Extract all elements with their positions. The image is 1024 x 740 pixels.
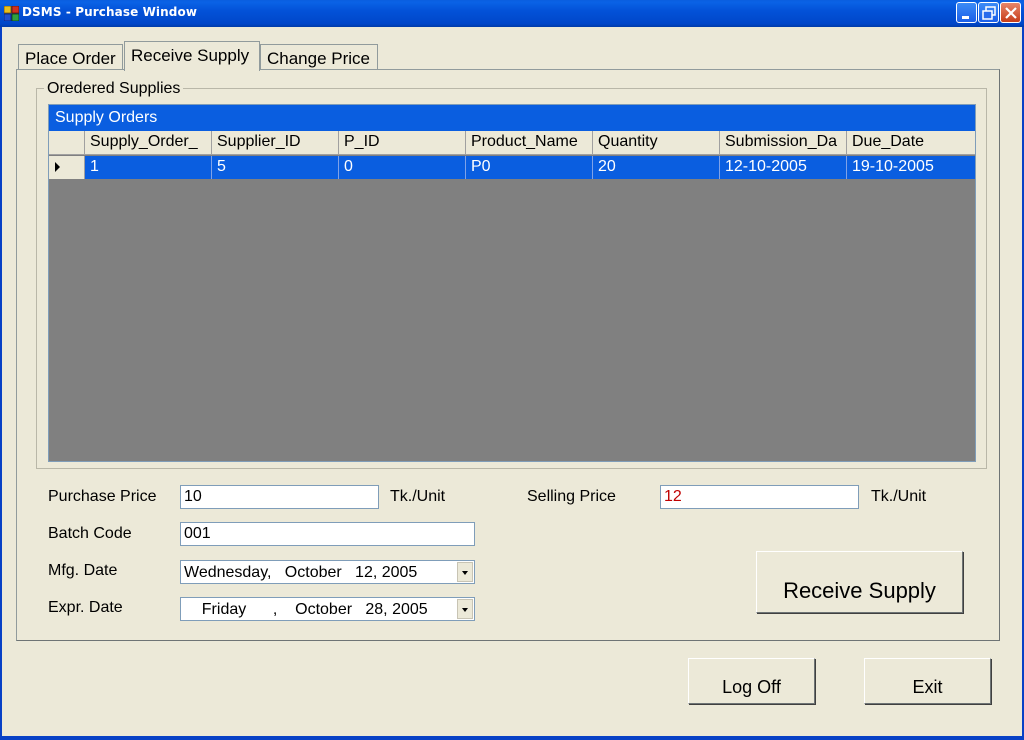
cell-due-date[interactable]: 19-10-2005	[847, 156, 975, 179]
mfg-date-value: Wednesday, October 12, 2005	[184, 564, 418, 581]
cell-quantity[interactable]: 20	[593, 156, 720, 179]
expr-date-picker[interactable]: Friday , October 28, 2005	[180, 597, 475, 621]
row-header-corner	[49, 131, 85, 155]
mfg-date-dropdown-icon[interactable]	[457, 562, 473, 582]
supply-orders-grid[interactable]: Supply Orders Supply_Order_ Supplier_ID …	[48, 104, 976, 462]
mfg-date-label: Mfg. Date	[48, 562, 118, 579]
purchase-price-unit: Tk./Unit	[390, 488, 446, 505]
restore-button[interactable]	[978, 2, 999, 23]
app-icon	[4, 6, 19, 21]
receive-supply-button[interactable]: Receive Supply	[756, 551, 963, 613]
restore-icon	[982, 6, 996, 20]
minimize-button[interactable]	[956, 2, 977, 23]
batch-code-input[interactable]	[180, 522, 475, 546]
purchase-price-input[interactable]	[180, 485, 379, 509]
selling-price-input[interactable]	[660, 485, 859, 509]
tab-receive-supply[interactable]: Receive Supply	[124, 41, 260, 71]
purchase-price-label: Purchase Price	[48, 488, 157, 505]
grid-caption: Supply Orders	[49, 105, 975, 131]
column-header-due-date[interactable]: Due_Date	[847, 131, 975, 155]
row-selector[interactable]	[49, 156, 85, 179]
window-border-bottom	[0, 736, 1024, 740]
cell-supply-order[interactable]: 1	[85, 156, 212, 179]
cell-product-name[interactable]: P0	[466, 156, 593, 179]
window-title: DSMS - Purchase Window	[22, 5, 198, 19]
table-row[interactable]: 1 5 0 P0 20 12-10-2005 19-10-2005	[49, 156, 975, 179]
cell-submission-date[interactable]: 12-10-2005	[720, 156, 847, 179]
expr-date-dropdown-icon[interactable]	[457, 599, 473, 619]
selling-price-label: Selling Price	[527, 488, 616, 505]
column-header-submission-date[interactable]: Submission_Da	[720, 131, 847, 155]
selling-price-unit: Tk./Unit	[871, 488, 927, 505]
batch-code-label: Batch Code	[48, 525, 132, 542]
mfg-date-picker[interactable]: Wednesday, October 12, 2005	[180, 560, 475, 584]
tab-place-order[interactable]: Place Order	[18, 44, 123, 70]
grid-header: Supply_Order_ Supplier_ID P_ID Product_N…	[49, 131, 975, 155]
close-button[interactable]	[1000, 2, 1021, 23]
column-header-p-id[interactable]: P_ID	[339, 131, 466, 155]
title-bar[interactable]: DSMS - Purchase Window	[0, 0, 1024, 27]
cell-supplier-id[interactable]: 5	[212, 156, 339, 179]
log-off-button[interactable]: Log Off	[688, 658, 815, 704]
ordered-supplies-title: Oredered Supplies	[44, 80, 184, 98]
minimize-icon	[962, 16, 969, 19]
close-icon	[1005, 7, 1017, 19]
column-header-supply-order[interactable]: Supply_Order_	[85, 131, 212, 155]
expr-date-label: Expr. Date	[48, 599, 123, 616]
column-header-product-name[interactable]: Product_Name	[466, 131, 593, 155]
column-header-supplier-id[interactable]: Supplier_ID	[212, 131, 339, 155]
cell-p-id[interactable]: 0	[339, 156, 466, 179]
exit-button[interactable]: Exit	[864, 658, 991, 704]
column-header-quantity[interactable]: Quantity	[593, 131, 720, 155]
tab-change-price[interactable]: Change Price	[260, 44, 378, 70]
expr-date-value: Friday , October 28, 2005	[184, 601, 428, 618]
current-row-arrow-icon	[55, 162, 60, 172]
window-border-left	[0, 27, 2, 740]
